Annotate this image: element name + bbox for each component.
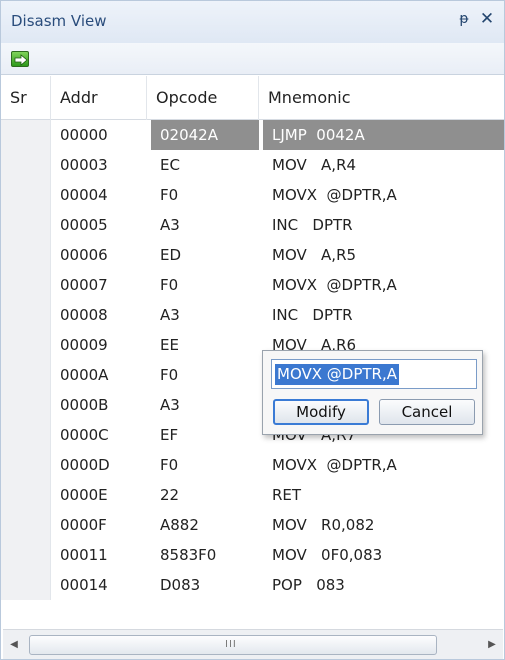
column-header-sr[interactable]: Sr [1,76,51,120]
close-icon[interactable]: ✕ [478,9,496,29]
mnemonic-edit-field[interactable]: MOVX @DPTR,A [271,359,477,389]
pin-icon[interactable]: ᵽ [456,11,472,27]
row-addr: 00005 [60,216,108,234]
row-opcode: A3 [160,216,180,234]
cancel-button[interactable]: Cancel [379,399,475,425]
column-header-opcode[interactable]: Opcode [147,76,259,120]
row-sr-cell [1,330,51,360]
column-header-mnemonic[interactable]: Mnemonic [259,76,504,120]
row-addr: 00004 [60,186,108,204]
disasm-view-panel: Disasm View ᵽ ✕ Sr Addr Opcode Mnemonic … [0,0,505,660]
row-addr: 0000F [60,516,107,534]
row-sr-cell [1,150,51,180]
row-sr-cell [1,510,51,540]
scroll-thumb[interactable]: III [29,635,437,655]
row-mnemonic[interactable]: INC DPTR [263,300,504,330]
row-opcode: A3 [160,396,180,414]
row-mnemonic[interactable]: MOVX @DPTR,A [263,180,504,210]
row-opcode: 02042A [151,120,259,150]
table-row[interactable]: 00005 A3 INC DPTR [1,210,504,240]
row-opcode: D083 [160,576,201,594]
row-sr-cell [1,240,51,270]
row-mnemonic[interactable]: RET [263,480,504,510]
row-opcode: F0 [160,186,179,204]
row-opcode: 22 [160,486,180,504]
row-sr-cell [1,420,51,450]
panel-title: Disasm View [11,12,107,30]
row-opcode: F0 [160,366,179,384]
row-sr-cell [1,360,51,390]
row-mnemonic[interactable]: MOVX @DPTR,A [263,270,504,300]
row-addr: 00003 [60,156,108,174]
mnemonic-edit-value: MOVX @DPTR,A [275,364,399,385]
row-sr-cell [1,180,51,210]
row-sr-cell [1,480,51,510]
row-sr-cell [1,390,51,420]
row-opcode: A3 [160,306,180,324]
row-opcode: 8583F0 [160,546,217,564]
scroll-left-icon[interactable]: ◀ [5,636,23,654]
table-row[interactable]: 0000F A882 MOV R0,082 [1,510,504,540]
table-row[interactable]: 00011 8583F0 MOV 0F0,083 [1,540,504,570]
table-row[interactable]: 0000E 22 RET [1,480,504,510]
row-addr: 00006 [60,246,108,264]
table-row[interactable]: 00007 F0 MOVX @DPTR,A [1,270,504,300]
table-row[interactable]: 0000D F0 MOVX @DPTR,A [1,450,504,480]
scroll-grip: III [225,639,237,650]
row-addr: 00009 [60,336,108,354]
row-sr-cell [1,540,51,570]
row-mnemonic[interactable]: MOV R0,082 [263,510,504,540]
toolbar [1,43,504,75]
row-addr: 00007 [60,276,108,294]
row-sr-cell [1,270,51,300]
row-addr: 00000 [60,126,108,144]
row-addr: 00011 [60,546,108,564]
row-sr-cell [1,450,51,480]
scroll-right-icon[interactable]: ▶ [483,636,501,654]
row-mnemonic[interactable]: INC DPTR [263,210,504,240]
modify-button[interactable]: Modify [273,399,369,425]
horizontal-scrollbar[interactable]: ◀ III ▶ [3,629,503,659]
row-sr-cell [1,570,51,600]
table-row[interactable]: 00014 D083 POP 083 [1,570,504,600]
table-row[interactable]: 00003 EC MOV A,R4 [1,150,504,180]
row-sr-cell [1,210,51,240]
row-opcode: EE [160,336,179,354]
row-mnemonic[interactable]: MOV 0F0,083 [263,540,504,570]
row-mnemonic[interactable]: LJMP 0042A [263,120,504,150]
row-sr-cell [1,300,51,330]
table-row[interactable]: 00000 02042A LJMP 0042A [1,120,504,150]
panel-titlebar: Disasm View ᵽ ✕ [1,1,504,43]
table-row[interactable]: 00004 F0 MOVX @DPTR,A [1,180,504,210]
column-header: Sr Addr Opcode Mnemonic [1,76,504,120]
row-mnemonic[interactable]: MOV A,R5 [263,240,504,270]
modify-popup: MOVX @DPTR,A Modify Cancel [262,350,483,435]
row-opcode: ED [160,246,182,264]
row-opcode: A882 [160,516,199,534]
row-addr: 0000E [60,486,108,504]
row-addr: 0000D [60,456,110,474]
table-row[interactable]: 00006 ED MOV A,R5 [1,240,504,270]
row-addr: 0000C [60,426,109,444]
row-addr: 00014 [60,576,108,594]
row-mnemonic[interactable]: POP 083 [263,570,504,600]
row-opcode: EF [160,426,179,444]
row-addr: 0000A [60,366,109,384]
column-header-addr[interactable]: Addr [51,76,147,120]
row-opcode: F0 [160,276,179,294]
table-row[interactable]: 00008 A3 INC DPTR [1,300,504,330]
row-opcode: EC [160,156,180,174]
row-addr: 00008 [60,306,108,324]
goto-arrow-icon[interactable] [11,51,29,67]
row-mnemonic[interactable]: MOV A,R4 [263,150,504,180]
row-sr-cell [1,120,51,150]
row-addr: 0000B [60,396,109,414]
row-opcode: F0 [160,456,179,474]
row-mnemonic[interactable]: MOVX @DPTR,A [263,450,504,480]
